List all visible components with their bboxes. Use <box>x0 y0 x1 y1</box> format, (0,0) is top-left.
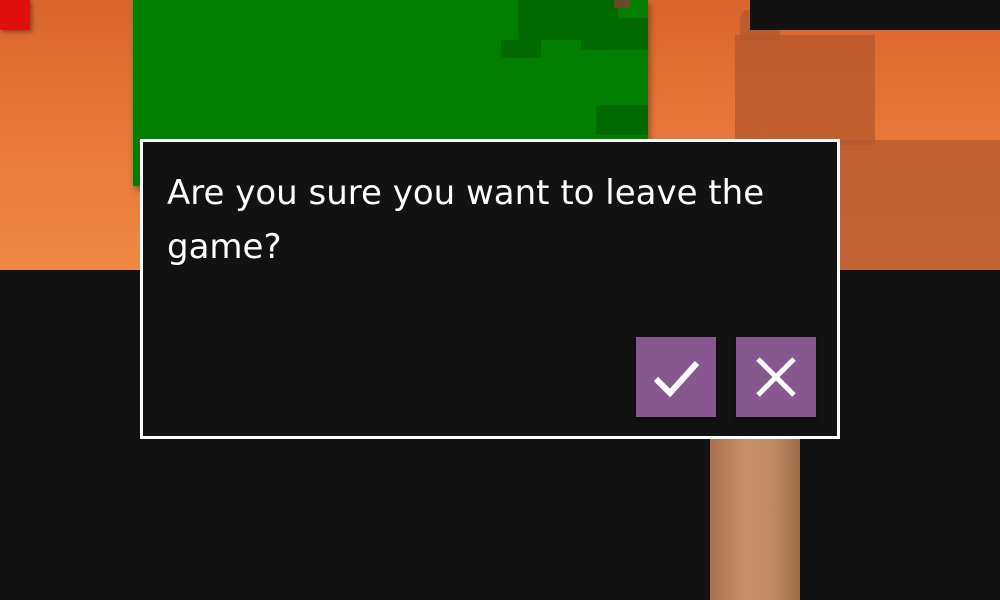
red-tile <box>0 0 30 30</box>
confirm-leave-button[interactable] <box>636 337 716 417</box>
game-scene: Are you sure you want to leave the game? <box>0 0 1000 600</box>
dialog-message: Are you sure you want to leave the game? <box>167 173 765 267</box>
green-tile-shade <box>596 105 648 135</box>
green-tile-shade <box>581 18 648 50</box>
building-silhouette-body <box>735 35 875 145</box>
top-bar <box>750 0 1000 30</box>
green-tile-shade <box>501 40 541 58</box>
checkmark-icon <box>653 360 700 398</box>
leave-game-dialog: Are you sure you want to leave the game? <box>140 139 840 439</box>
cancel-leave-button[interactable] <box>736 337 816 417</box>
dirt-speck <box>614 0 630 8</box>
stone-pillar <box>710 438 800 600</box>
close-icon <box>756 357 796 397</box>
